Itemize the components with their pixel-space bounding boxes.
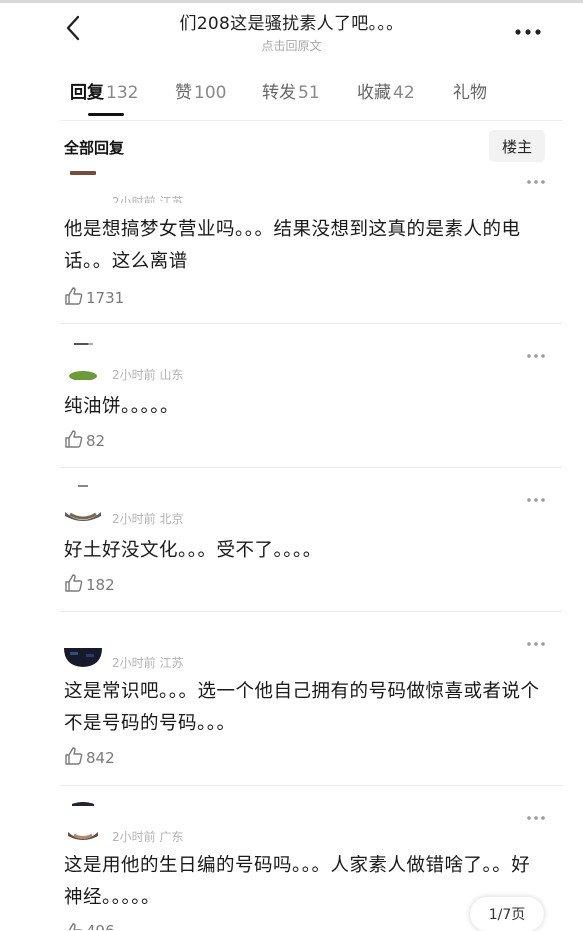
like-count: 1731 — [86, 289, 125, 307]
more-horizontal-icon — [527, 487, 545, 506]
page-indicator[interactable]: 1/7页 — [470, 897, 544, 931]
like-count: 182 — [86, 576, 115, 594]
thumbs-up-icon — [64, 286, 84, 310]
comment-more-button[interactable] — [522, 489, 550, 503]
tab-count: 42 — [393, 83, 415, 103]
active-tab-indicator — [88, 113, 124, 116]
top-bar: 们208这是骚扰素人了吧。。。 点击回原文 — [0, 3, 583, 53]
like-count: 842 — [86, 749, 115, 767]
like-button[interactable]: 182 — [64, 573, 115, 597]
like-button[interactable]: 1731 — [64, 286, 124, 310]
comment-more-button[interactable] — [522, 345, 550, 359]
like-count: 82 — [86, 432, 106, 450]
tab-label: 礼物 — [453, 83, 487, 103]
comment-text: 这是常识吧。。。选一个他自己拥有的号码做惊喜或者说个不是号码的号码。。。 — [64, 681, 540, 734]
like-button[interactable]: 82 — [64, 429, 105, 453]
thumbs-up-icon — [64, 746, 84, 770]
comment-meta: 2小时前 山东 — [112, 368, 184, 382]
avatar[interactable] — [64, 802, 102, 844]
tab-replies[interactable]: 回复 132 — [70, 78, 138, 103]
op-only-button[interactable]: 楼主 — [489, 130, 545, 162]
avatar[interactable] — [66, 340, 100, 380]
back-to-post-link[interactable]: 点击回原文 — [120, 37, 463, 54]
comment-more-button[interactable] — [522, 171, 550, 185]
thumbs-up-icon — [64, 922, 84, 930]
like-button[interactable]: 496 — [64, 922, 115, 930]
more-horizontal-icon — [515, 20, 541, 39]
tab-favorites[interactable]: 收藏 42 — [357, 78, 415, 103]
tab-likes[interactable]: 赞 100 — [175, 78, 226, 103]
divider — [60, 120, 562, 121]
tab-label: 转发 — [262, 83, 296, 103]
comment-meta: 2小时前 江苏 — [112, 656, 184, 670]
more-button[interactable] — [508, 17, 548, 41]
more-horizontal-icon — [527, 631, 545, 650]
tab-gifts[interactable]: 礼物 — [453, 78, 487, 103]
divider — [60, 611, 562, 612]
comment-meta: 2小时前 广东 — [112, 830, 184, 844]
comment-text: 纯油饼。。。。。 — [64, 396, 180, 417]
comment-meta: 2小时前 江苏 — [112, 195, 184, 203]
tab-label: 赞 — [175, 83, 192, 103]
like-button[interactable]: 842 — [64, 746, 115, 770]
comment-more-button[interactable] — [522, 807, 550, 821]
more-horizontal-icon — [527, 805, 545, 824]
avatar[interactable] — [64, 484, 102, 524]
comment-text: 好土好没文化。。。受不了。。。。 — [64, 540, 322, 561]
tab-bar: 回复 132 赞 100 转发 51 收藏 42 礼物 — [0, 78, 583, 118]
like-count: 496 — [86, 922, 115, 930]
thumbs-up-icon — [64, 573, 84, 597]
thumbs-up-icon — [64, 429, 84, 453]
comment-meta: 2小时前 北京 — [112, 512, 184, 526]
more-horizontal-icon — [527, 343, 545, 362]
section-header: 全部回复 楼主 — [0, 126, 583, 166]
title-block[interactable]: 们208这是骚扰素人了吧。。。 点击回原文 — [120, 9, 463, 54]
section-title: 全部回复 — [64, 139, 125, 157]
tab-count: 132 — [106, 83, 139, 103]
tab-label: 收藏 — [357, 83, 391, 103]
avatar[interactable] — [64, 646, 102, 668]
tab-label: 回复 — [70, 83, 104, 103]
more-horizontal-icon — [527, 169, 545, 188]
tab-count: 51 — [298, 83, 320, 103]
divider — [60, 467, 562, 468]
divider — [60, 785, 562, 786]
divider — [60, 323, 562, 324]
tab-count: 100 — [194, 83, 227, 103]
comment-text: 他是想搞梦女营业吗。。。结果没想到这真的是素人的电话。。这么离谱 — [64, 219, 521, 272]
chevron-left-icon — [65, 15, 81, 45]
back-button[interactable] — [58, 15, 88, 45]
tab-reposts[interactable]: 转发 51 — [262, 78, 320, 103]
comment-more-button[interactable] — [522, 633, 550, 647]
page-title: 们208这是骚扰素人了吧。。。 — [179, 14, 404, 34]
avatar[interactable] — [66, 166, 100, 176]
